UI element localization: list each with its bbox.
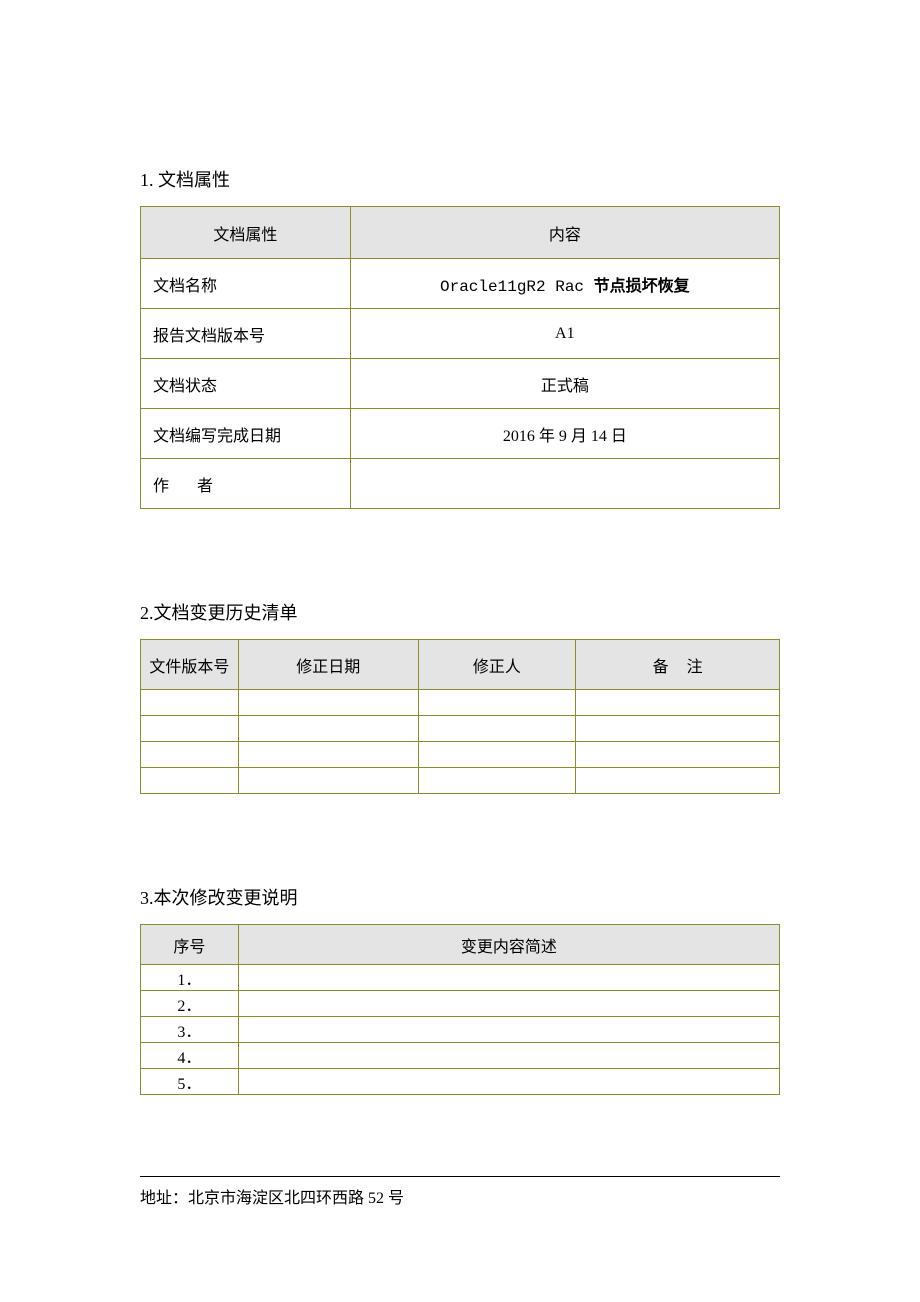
change-description-table: 序号 变更内容简述 1． 2． 3． 4． 5．	[140, 924, 780, 1095]
table-row: 2．	[141, 991, 780, 1017]
t1-r2-value: 正式稿	[350, 359, 779, 409]
doc-attributes-table: 文档属性 内容 文档名称 Oracle11gR2 Rac 节点损坏恢复 报告文档…	[140, 206, 780, 509]
t1-r3-value: 2016 年 9 月 14 日	[350, 409, 779, 459]
change-history-table: 文件版本号 修正日期 修正人 备注	[140, 639, 780, 794]
table-row	[141, 742, 780, 768]
t3-h2: 变更内容简述	[238, 925, 779, 965]
t3-h1: 序号	[141, 925, 239, 965]
t1-header-right: 内容	[350, 207, 779, 259]
t1-r1-value: A1	[350, 309, 779, 359]
t1-r3-label: 文档编写完成日期	[141, 409, 351, 459]
section-1-title: 1. 文档属性	[140, 166, 780, 192]
t1-header-left: 文档属性	[141, 207, 351, 259]
section-3-title: 3.本次修改变更说明	[140, 884, 780, 910]
table-row	[141, 768, 780, 794]
table-row: 5．	[141, 1069, 780, 1095]
t1-r1-label: 报告文档版本号	[141, 309, 351, 359]
t2-h2: 修正日期	[238, 640, 418, 690]
table-row	[141, 716, 780, 742]
t1-r2-label: 文档状态	[141, 359, 351, 409]
table-row: 1．	[141, 965, 780, 991]
table-row	[141, 690, 780, 716]
table-row: 3．	[141, 1017, 780, 1043]
t2-h1: 文件版本号	[141, 640, 239, 690]
table-row: 4．	[141, 1043, 780, 1069]
t2-h3: 修正人	[418, 640, 576, 690]
t1-r4-label: 作者	[141, 459, 351, 509]
t1-r0-label: 文档名称	[141, 259, 351, 309]
t1-r4-value	[350, 459, 779, 509]
footer-divider	[140, 1176, 780, 1177]
t2-h4: 备注	[576, 640, 780, 690]
t1-r0-value: Oracle11gR2 Rac 节点损坏恢复	[350, 259, 779, 309]
footer-address: 地址：北京市海淀区北四环西路 52 号	[140, 1184, 404, 1208]
section-2-title: 2.文档变更历史清单	[140, 599, 780, 625]
